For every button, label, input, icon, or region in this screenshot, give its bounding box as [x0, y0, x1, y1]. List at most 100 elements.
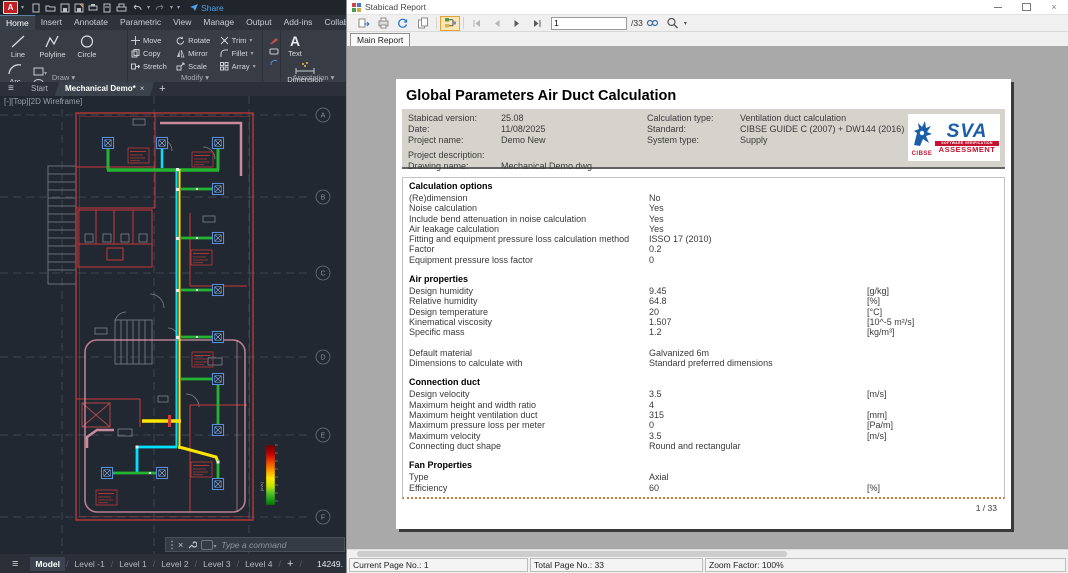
- horizontal-scrollbar[interactable]: [347, 549, 1068, 557]
- array-tool-button[interactable]: Array ▾: [220, 62, 259, 71]
- app-logo[interactable]: A: [3, 1, 18, 14]
- close-file-tab-icon[interactable]: ×: [139, 84, 144, 93]
- param-row: Default materialGalvanized 6m: [403, 348, 1004, 358]
- mirror-icon: [176, 49, 185, 58]
- viewport-controls[interactable]: [-][Top][2D Wireframe]: [4, 97, 82, 106]
- copy-tool-button[interactable]: Copy: [131, 49, 170, 58]
- new-drawing-tab-button[interactable]: +: [153, 82, 171, 96]
- command-bar[interactable]: × ▾ Type a command: [165, 537, 345, 552]
- file-tab-start[interactable]: Start: [21, 82, 58, 96]
- report-viewer[interactable]: Global Parameters Air Duct Calculation S…: [347, 46, 1068, 549]
- utility-mini-panel: [263, 30, 281, 82]
- file-tab-mechanical-demo-[interactable]: Mechanical Demo*×: [54, 82, 154, 96]
- print-icon[interactable]: [116, 3, 127, 13]
- tab-main-report[interactable]: Main Report: [350, 33, 410, 47]
- ribbon-tab-insert[interactable]: Insert: [35, 15, 68, 30]
- minimize-button[interactable]: [984, 1, 1012, 14]
- last-page-button[interactable]: [527, 16, 547, 31]
- erase-icon[interactable]: [268, 47, 280, 56]
- layout-menu-icon[interactable]: ≡: [0, 558, 30, 570]
- annotation-panel-label[interactable]: Annotation ▾: [281, 73, 346, 82]
- undo-caret-icon[interactable]: ▾: [147, 4, 150, 11]
- undo-icon[interactable]: [131, 3, 143, 13]
- first-page-button[interactable]: [467, 16, 487, 31]
- export-button[interactable]: [353, 16, 373, 31]
- draw-panel-label[interactable]: Draw ▾: [0, 73, 127, 82]
- layout-tab-level-1[interactable]: Level -1: [70, 557, 110, 571]
- file-tab-menu-icon[interactable]: ≡: [0, 82, 22, 96]
- viewport-canvas[interactable]: [-][Top][2D Wireframe]: [0, 96, 346, 554]
- text-tool-button[interactable]: A Text: [284, 32, 306, 58]
- param-value: 3.5: [649, 389, 867, 399]
- layout-tab-level-3[interactable]: Level 3: [198, 557, 235, 571]
- sva-brand: SVA: [935, 122, 999, 141]
- next-page-button[interactable]: [507, 16, 527, 31]
- param-label: Maximum pressure loss per meter: [409, 420, 649, 430]
- ribbon-tab-manage[interactable]: Manage: [197, 15, 240, 30]
- layout-tab-level-4[interactable]: Level 4: [240, 557, 277, 571]
- layout-tab-level-2[interactable]: Level 2: [156, 557, 193, 571]
- save-icon[interactable]: [60, 3, 70, 13]
- ribbon-tab-annotate[interactable]: Annotate: [68, 15, 114, 30]
- annotation-panel: A Text Dimension Lin Lea Tab Annotation …: [281, 30, 346, 82]
- previous-page-button[interactable]: [487, 16, 507, 31]
- plot-icon[interactable]: [88, 3, 98, 13]
- ribbon-tab-add-ins[interactable]: Add-ins: [278, 15, 319, 30]
- toolbar-separator: [463, 17, 464, 29]
- refresh-button[interactable]: [393, 16, 413, 31]
- scale-tool-button[interactable]: Scale: [176, 62, 214, 71]
- svg-text:C: C: [320, 271, 325, 278]
- share-button[interactable]: Share: [189, 3, 224, 13]
- page-number-input[interactable]: [551, 17, 627, 30]
- ribbon-tab-home[interactable]: Home: [0, 15, 35, 30]
- wrench-icon[interactable]: [187, 540, 197, 550]
- param-label: Fitting and equipment pressure loss calc…: [409, 234, 649, 244]
- command-input[interactable]: Type a command: [221, 540, 286, 550]
- param-row: (Re)dimensionNo: [403, 193, 1004, 203]
- publish-icon[interactable]: [102, 3, 112, 13]
- open-folder-icon[interactable]: [45, 3, 56, 13]
- qat-customize-caret-icon[interactable]: ▾: [177, 4, 180, 11]
- offset-icon[interactable]: [268, 58, 280, 67]
- fillet-tool-button[interactable]: Fillet ▾: [220, 49, 259, 58]
- polyline-tool-button[interactable]: Polyline: [37, 32, 67, 59]
- zoom-caret-icon[interactable]: ▾: [684, 20, 687, 27]
- stretch-tool-button[interactable]: Stretch: [131, 62, 170, 71]
- maximize-button[interactable]: [1012, 1, 1040, 14]
- rotate-tool-button[interactable]: Rotate: [176, 36, 214, 45]
- coordinate-readout: 14249.: [317, 559, 346, 569]
- ribbon-tab-parametric[interactable]: Parametric: [114, 15, 167, 30]
- new-layout-button[interactable]: +: [282, 558, 298, 570]
- layout-tab-level-1[interactable]: Level 1: [114, 557, 151, 571]
- mirror-tool-button[interactable]: Mirror: [176, 49, 214, 58]
- modify-panel-label[interactable]: Modify ▾: [128, 73, 262, 82]
- report-page: Global Parameters Air Duct Calculation S…: [396, 79, 1011, 529]
- layout-tab-model[interactable]: Model: [30, 557, 65, 571]
- header-row-right: Calculation type:Ventilation duct calcul…: [647, 113, 904, 124]
- app-menu-caret-icon[interactable]: ▾: [21, 4, 24, 11]
- command-prompt-icon[interactable]: ▾: [201, 540, 217, 550]
- report-tab-row: Main Report: [347, 32, 1068, 46]
- param-unit: [Pa/m]: [867, 420, 998, 430]
- circle-tool-button[interactable]: Circle: [72, 32, 102, 59]
- copy-page-button[interactable]: [413, 16, 433, 31]
- close-button[interactable]: ×: [1040, 1, 1068, 14]
- save-as-icon[interactable]: [74, 3, 84, 13]
- ribbon-tab-view[interactable]: View: [167, 15, 197, 30]
- redo-icon[interactable]: [154, 3, 166, 13]
- trim-tool-button[interactable]: Trim ▾: [220, 36, 259, 45]
- zoom-button[interactable]: [663, 16, 683, 31]
- toggle-group-tree-button[interactable]: [440, 16, 460, 31]
- ribbon-tab-collaborate[interactable]: Collaborate: [318, 15, 346, 30]
- new-file-icon[interactable]: [31, 3, 41, 13]
- print-report-button[interactable]: [373, 16, 393, 31]
- param-label: [409, 338, 649, 348]
- line-tool-button[interactable]: Line: [3, 32, 33, 59]
- move-tool-button[interactable]: Move: [131, 36, 170, 45]
- redo-caret-icon[interactable]: ▾: [170, 4, 173, 11]
- close-command-icon[interactable]: ×: [178, 540, 183, 550]
- drag-handle-icon[interactable]: [170, 540, 174, 550]
- match-properties-icon[interactable]: [268, 36, 280, 45]
- ribbon-tab-output[interactable]: Output: [240, 15, 278, 30]
- search-button[interactable]: [643, 16, 663, 31]
